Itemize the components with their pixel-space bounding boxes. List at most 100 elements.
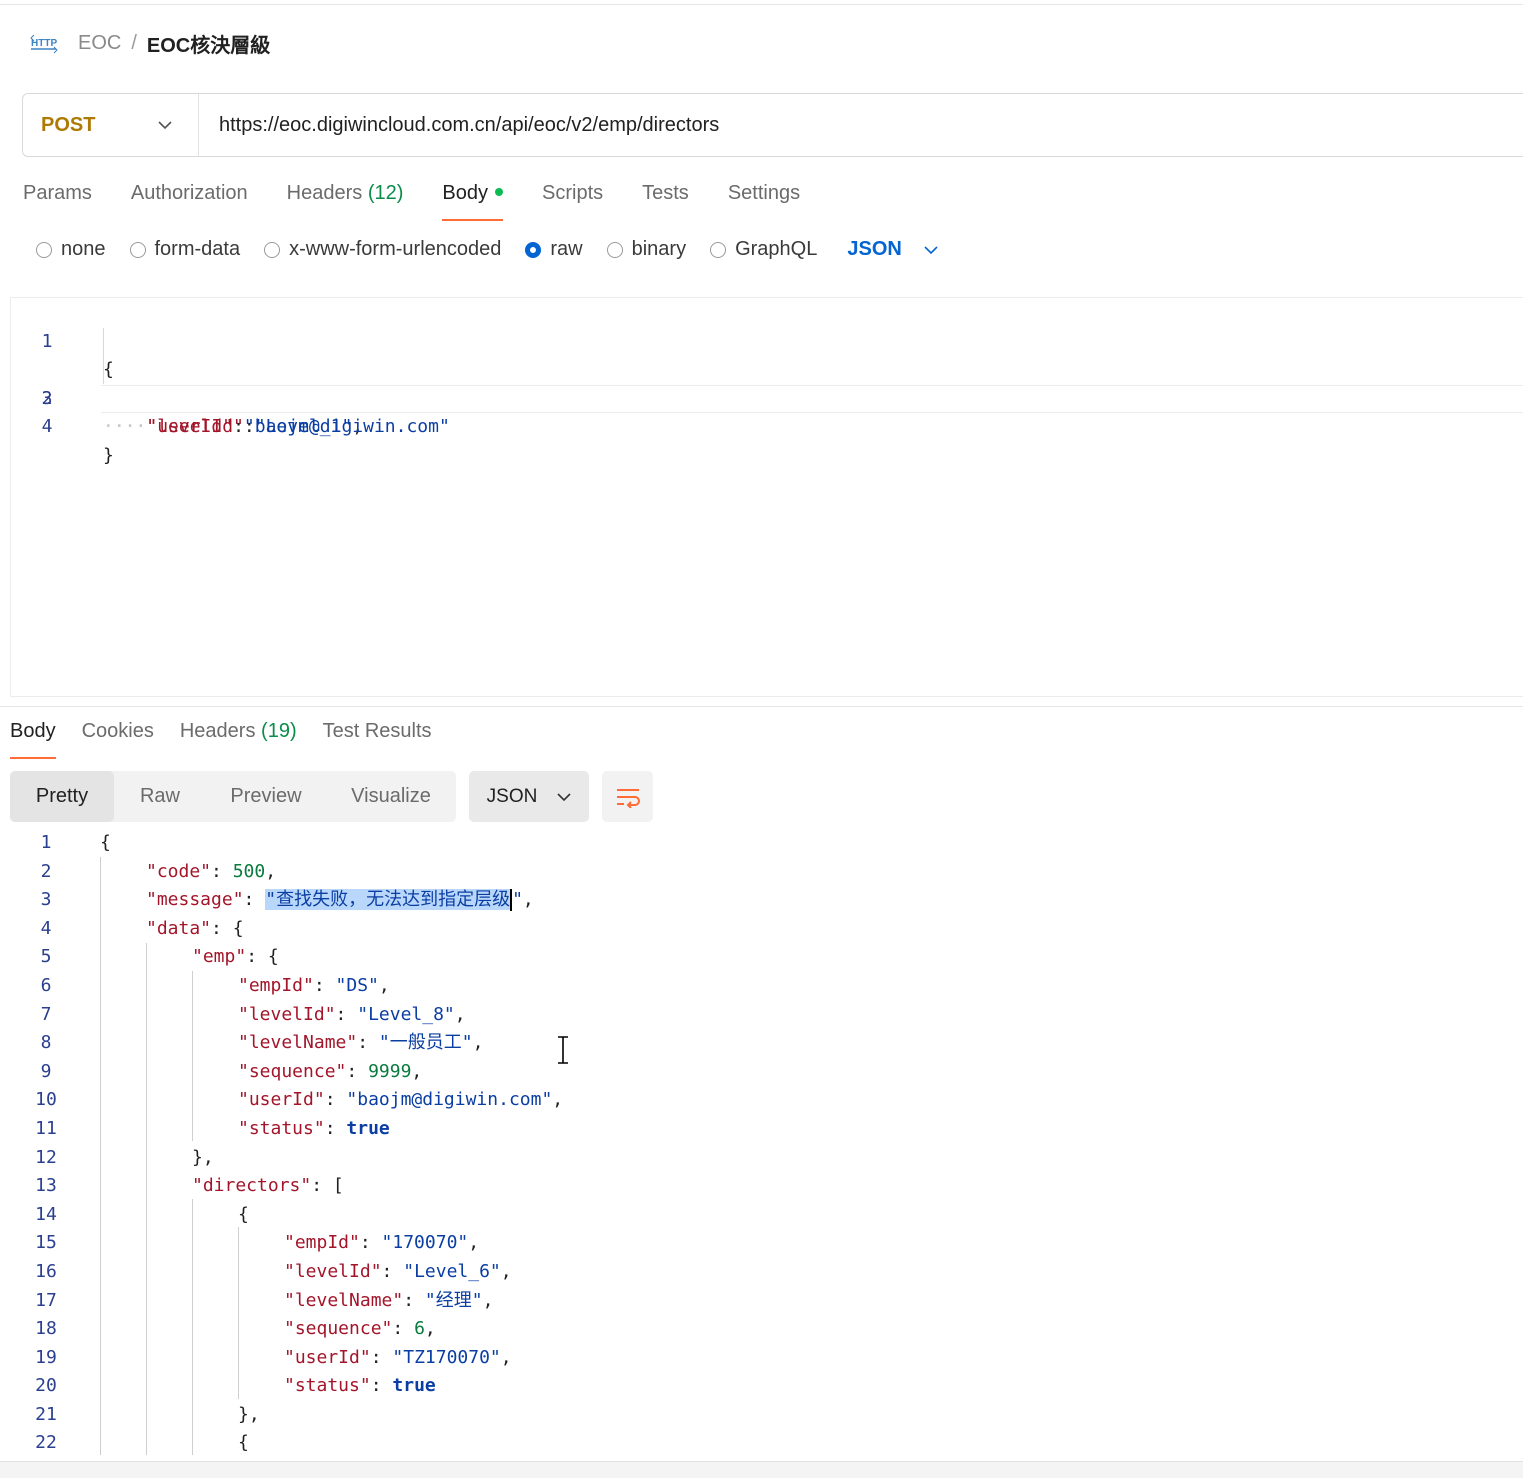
method-label: POST bbox=[41, 113, 96, 136]
json-key: "directors" bbox=[192, 1175, 312, 1197]
code-line: 4 "data": { bbox=[10, 915, 1523, 944]
radio-circle bbox=[129, 241, 146, 258]
line-number: 6 bbox=[40, 974, 52, 996]
resp-tab-body[interactable]: Body bbox=[10, 720, 56, 759]
radio-label: form-data bbox=[154, 238, 241, 260]
line-number: 17 bbox=[35, 1289, 57, 1311]
wrap-lines-icon bbox=[616, 788, 640, 808]
code-line: 16 "levelId": "Level_6", bbox=[10, 1258, 1523, 1287]
chevron-down-icon bbox=[924, 245, 938, 254]
line-number: 7 bbox=[40, 1003, 52, 1025]
wrap-lines-button[interactable] bbox=[602, 771, 653, 822]
radio-circle bbox=[606, 241, 623, 258]
tab-body[interactable]: Body bbox=[442, 182, 503, 221]
json-key: "message" bbox=[146, 889, 244, 911]
code-line: 3 "message": "查找失败，无法达到指定层级 ", bbox=[10, 886, 1523, 915]
tab-authorization[interactable]: Authorization bbox=[131, 182, 248, 221]
radio-form-data[interactable]: form-data bbox=[129, 238, 241, 261]
code-text: "message": "查找失败，无法达到指定层级 ", bbox=[146, 889, 534, 912]
code-line: 2 ····"levelId":"Level_1", bbox=[11, 328, 1523, 437]
response-tabs: Body Cookies Headers (19) Test Results bbox=[10, 720, 458, 759]
line-number: 15 bbox=[35, 1232, 57, 1254]
radio-binary[interactable]: binary bbox=[606, 238, 686, 261]
json-key: "userId" bbox=[146, 416, 234, 438]
json-key: "empId" bbox=[284, 1232, 360, 1254]
code-line: 18 "sequence": 6, bbox=[10, 1315, 1523, 1344]
code-line: 15 "empId": "170070", bbox=[10, 1229, 1523, 1258]
code-line: 9 "sequence": 9999, bbox=[10, 1058, 1523, 1087]
json-key: "emp" bbox=[192, 946, 247, 968]
tab-headers-label: Headers bbox=[286, 182, 363, 204]
radio-circle bbox=[710, 241, 727, 258]
view-visualize-button[interactable]: Visualize bbox=[326, 771, 456, 822]
radio-circle bbox=[264, 241, 281, 258]
json-value: 6 bbox=[414, 1318, 425, 1340]
response-body-viewer[interactable]: 1{ 2 "code": 500, 3 "message": "查找失败，无法达到指… bbox=[10, 829, 1523, 1455]
breadcrumb-collection[interactable]: EOC bbox=[78, 32, 121, 55]
request-body-editor[interactable]: 1 { 2 ····"levelId":"Level_1", 3 ····"us… bbox=[10, 297, 1523, 697]
code-text: } bbox=[103, 444, 114, 466]
resp-tab-cookies[interactable]: Cookies bbox=[82, 720, 154, 759]
view-preview-button[interactable]: Preview bbox=[206, 771, 326, 822]
code-line: 19 "userId": "TZ170070", bbox=[10, 1344, 1523, 1373]
code-text: "levelName": "经理", bbox=[284, 1289, 494, 1311]
code-text: "directors": [ bbox=[192, 1175, 344, 1197]
resp-tab-headers-label: Headers bbox=[179, 720, 256, 742]
code-text: "code": 500, bbox=[146, 860, 277, 882]
radio-raw[interactable]: raw bbox=[525, 238, 583, 261]
tab-settings[interactable]: Settings bbox=[728, 182, 800, 221]
code-text: "sequence": 9999, bbox=[238, 1060, 423, 1082]
code-text: "emp": { bbox=[192, 946, 279, 968]
svg-text:HTTP: HTTP bbox=[31, 38, 57, 49]
code-text: "userId": "TZ170070", bbox=[284, 1346, 512, 1368]
json-value: "baojm@digiwin.com" bbox=[346, 1089, 553, 1111]
radio-urlencoded[interactable]: x-www-form-urlencoded bbox=[264, 238, 501, 261]
resp-tab-headers-count: (19) bbox=[261, 720, 297, 742]
tab-headers[interactable]: Headers (12) bbox=[287, 182, 404, 221]
view-pretty-button[interactable]: Pretty bbox=[10, 771, 114, 822]
code-text: }, bbox=[238, 1403, 260, 1425]
code-line: 5 "emp": { bbox=[10, 943, 1523, 972]
line-number: 20 bbox=[35, 1375, 57, 1397]
json-key: "status" bbox=[238, 1117, 325, 1139]
radio-circle-selected bbox=[525, 241, 542, 258]
http-icon: HTTP bbox=[30, 34, 58, 54]
resp-tab-headers[interactable]: Headers (19) bbox=[180, 720, 297, 759]
code-text: "userId": "baojm@digiwin.com", bbox=[238, 1089, 564, 1111]
line-number: 14 bbox=[35, 1203, 57, 1225]
code-line: 13 "directors": [ bbox=[10, 1172, 1523, 1201]
method-select[interactable]: POST bbox=[23, 94, 199, 156]
code-line: 3 ····"userId":"baojm@digiwin.com" bbox=[11, 356, 1523, 438]
chevron-down-icon bbox=[158, 121, 172, 130]
line-number: 10 bbox=[35, 1089, 57, 1111]
code-line: 6 "empId": "DS", bbox=[10, 972, 1523, 1001]
json-value: "一般员工" bbox=[378, 1032, 473, 1054]
code-line: 17 "levelName": "经理", bbox=[10, 1287, 1523, 1316]
url-input[interactable]: https://eoc.digiwincloud.com.cn/api/eoc/… bbox=[199, 114, 719, 137]
response-view-toggle: Pretty Raw Preview Visualize bbox=[10, 771, 456, 822]
code-text: "levelId": "Level_8", bbox=[238, 1003, 466, 1025]
response-format-select[interactable]: JSON bbox=[469, 771, 589, 822]
indent-guide bbox=[103, 328, 104, 384]
json-key: "sequence" bbox=[284, 1318, 393, 1340]
request-name[interactable]: EOC核決層級 bbox=[147, 29, 270, 58]
tab-tests[interactable]: Tests bbox=[642, 182, 689, 221]
code-text: "status": true bbox=[284, 1375, 436, 1397]
radio-graphql[interactable]: GraphQL bbox=[710, 238, 817, 261]
body-language-select[interactable]: JSON bbox=[847, 238, 938, 261]
radio-none[interactable]: none bbox=[36, 238, 106, 261]
view-raw-button[interactable]: Raw bbox=[114, 771, 206, 822]
radio-label: none bbox=[61, 238, 106, 260]
json-key: "levelName" bbox=[284, 1289, 404, 1311]
code-text: { bbox=[100, 832, 111, 853]
resp-tab-test-results[interactable]: Test Results bbox=[323, 720, 432, 759]
line-number: 4 bbox=[41, 416, 53, 438]
body-indicator-dot bbox=[495, 187, 503, 196]
tab-scripts[interactable]: Scripts bbox=[542, 182, 603, 221]
tab-params[interactable]: Params bbox=[23, 182, 92, 221]
line-number: 3 bbox=[40, 889, 52, 911]
pane-divider[interactable] bbox=[0, 706, 1523, 707]
json-key: "sequence" bbox=[238, 1060, 347, 1082]
line-number: 22 bbox=[35, 1432, 57, 1454]
chevron-down-icon bbox=[557, 792, 571, 801]
